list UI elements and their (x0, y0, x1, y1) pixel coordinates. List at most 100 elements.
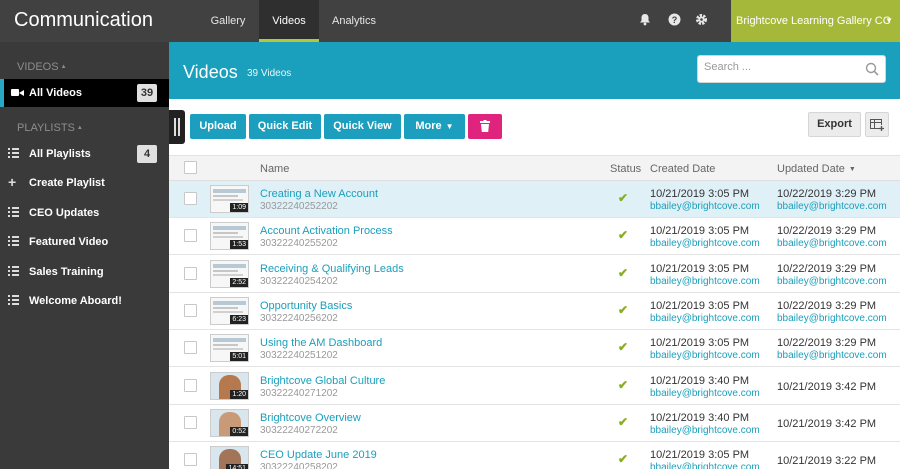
table-row[interactable]: 6:23 Opportunity Basics 30322240256202 ✔ 10/… (169, 292, 900, 330)
video-id: 30322240254202 (260, 275, 338, 287)
video-thumbnail[interactable]: 1:20 (210, 371, 249, 400)
table-row[interactable]: 1:20 Brightcove Global Culture 30322240271… (169, 367, 900, 405)
page-header: Videos 39 Videos (169, 42, 900, 99)
sidebar-item-all-playlists[interactable]: All Playlists 4 (0, 140, 169, 168)
table-row[interactable]: 5:01 Using the AM Dashboard 30322240251202… (169, 330, 900, 368)
table-row[interactable]: 1:53 Account Activation Process 3032224025… (169, 218, 900, 256)
bell-icon[interactable] (638, 13, 652, 27)
row-checkbox[interactable] (184, 192, 197, 205)
column-status[interactable]: Status (610, 163, 641, 175)
updated-date: 10/22/2019 3:29 PM (777, 299, 877, 312)
video-name-link[interactable]: CEO Update June 2019 (260, 449, 377, 461)
sidebar-item-label: All Playlists (29, 148, 91, 160)
quick-edit-button[interactable]: Quick Edit (249, 114, 321, 139)
more-button[interactable]: More ▼ (404, 114, 465, 139)
gear-icon[interactable] (694, 13, 708, 27)
select-all-checkbox[interactable] (184, 161, 197, 174)
video-name-link[interactable]: Brightcove Global Culture (260, 375, 385, 387)
quick-view-button[interactable]: Quick View (324, 114, 401, 139)
sidebar-item-all-videos[interactable]: All Videos 39 (0, 79, 169, 107)
updated-by-link[interactable]: bbailey@brightcove.com (777, 313, 887, 324)
created-by-link[interactable]: bbailey@brightcove.com (650, 201, 760, 212)
column-name[interactable]: Name (260, 163, 289, 175)
row-checkbox[interactable] (184, 303, 197, 317)
sidebar-item-create-playlist[interactable]: + Create Playlist (0, 169, 169, 197)
status-active-check-icon: ✔ (618, 452, 629, 467)
updated-date: 10/21/2019 3:42 PM (777, 380, 877, 393)
created-date: 10/21/2019 3:05 PM (650, 449, 750, 462)
sidebar-item-label: Create Playlist (29, 177, 105, 189)
updated-date: 10/21/2019 3:42 PM (777, 417, 877, 430)
created-by-link[interactable]: bbailey@brightcove.com (650, 425, 760, 436)
app-title: Communication (14, 9, 153, 31)
updated-by-link[interactable]: bbailey@brightcove.com (777, 201, 887, 212)
column-created-date[interactable]: Created Date (650, 163, 715, 175)
row-checkbox[interactable] (184, 415, 197, 429)
sidebar-item-welcome-aboard[interactable]: Welcome Aboard! (0, 287, 169, 315)
created-by-link[interactable]: bbailey@brightcove.com (650, 313, 760, 324)
column-updated-date[interactable]: Updated Date ▼ (777, 163, 856, 175)
video-thumbnail[interactable]: 6:23 (210, 296, 249, 325)
sidebar-item-label: All Videos (29, 87, 82, 99)
export-button[interactable]: Export (808, 112, 861, 137)
sidebar-item-label: Welcome Aboard! (29, 295, 122, 307)
video-name-link[interactable]: Opportunity Basics (260, 300, 352, 312)
upload-button[interactable]: Upload (190, 114, 246, 139)
status-active-check-icon: ✔ (618, 265, 629, 280)
video-id: 30322240258202 (260, 462, 338, 469)
table-row[interactable]: 1:09 Creating a New Account 30322240252202… (169, 181, 900, 218)
video-name-link[interactable]: Creating a New Account (260, 188, 378, 200)
table-row[interactable]: 2:52 Receiving & Qualifying Leads 30322240… (169, 255, 900, 293)
video-thumbnail[interactable]: 2:52 (210, 259, 249, 288)
updated-by-link[interactable]: bbailey@brightcove.com (777, 276, 887, 287)
sidebar-item-featured-video[interactable]: Featured Video (0, 228, 169, 256)
status-active-check-icon: ✔ (618, 414, 629, 429)
status-active-check-icon: ✔ (618, 302, 629, 317)
created-by-link[interactable]: bbailey@brightcove.com (650, 462, 760, 469)
list-icon (8, 266, 19, 277)
search-input[interactable] (704, 61, 854, 73)
video-name-link[interactable]: Receiving & Qualifying Leads (260, 263, 404, 275)
delete-button[interactable] (468, 114, 502, 139)
search-icon[interactable] (865, 62, 879, 76)
created-by-link[interactable]: bbailey@brightcove.com (650, 276, 760, 287)
account-menu[interactable]: Brightcove Learning Gallery CC ▼ (731, 0, 900, 42)
video-thumbnail[interactable]: 0:52 (210, 408, 249, 437)
search-box[interactable] (697, 55, 886, 83)
sidebar-item-ceo-updates[interactable]: CEO Updates (0, 199, 169, 227)
row-checkbox[interactable] (184, 378, 197, 392)
sidebar-item-sales-training[interactable]: Sales Training (0, 258, 169, 286)
video-thumbnail[interactable]: 1:09 (210, 185, 249, 213)
svg-text:?: ? (671, 15, 677, 25)
row-checkbox[interactable] (184, 341, 197, 355)
table-row[interactable]: 0:52 Brightcove Overview 30322240272202 ✔ 10… (169, 404, 900, 442)
list-icon (8, 236, 19, 247)
video-thumbnail[interactable]: 14:51 (210, 446, 249, 469)
updated-by-link[interactable]: bbailey@brightcove.com (777, 350, 887, 361)
row-checkbox[interactable] (184, 229, 197, 243)
updated-by-link[interactable]: bbailey@brightcove.com (777, 238, 887, 249)
tab-videos[interactable]: Videos (259, 0, 319, 42)
table-row[interactable]: 14:51 CEO Update June 2019 30322240258202 ✔… (169, 442, 900, 469)
playlists-section-heading[interactable]: PLAYLISTS ▲ (17, 122, 83, 134)
created-by-link[interactable]: bbailey@brightcove.com (650, 350, 760, 361)
created-date: 10/21/2019 3:05 PM (650, 188, 750, 200)
row-checkbox[interactable] (184, 453, 197, 467)
tab-analytics[interactable]: Analytics (321, 0, 387, 42)
videos-section-heading[interactable]: VIDEOS ▲ (17, 61, 67, 73)
updated-date: 10/22/2019 3:29 PM (777, 225, 877, 238)
video-name-link[interactable]: Using the AM Dashboard (260, 337, 382, 349)
created-by-link[interactable]: bbailey@brightcove.com (650, 388, 760, 399)
column-settings-button[interactable] (865, 112, 889, 137)
video-name-link[interactable]: Brightcove Overview (260, 412, 361, 424)
video-name-link[interactable]: Account Activation Process (260, 225, 393, 237)
created-date: 10/21/2019 3:40 PM (650, 374, 750, 387)
video-thumbnail[interactable]: 5:01 (210, 334, 249, 363)
row-checkbox[interactable] (184, 266, 197, 280)
sidebar-collapse-handle[interactable] (169, 110, 185, 144)
help-icon[interactable]: ? (667, 13, 681, 27)
tab-gallery[interactable]: Gallery (198, 0, 258, 42)
created-by-link[interactable]: bbailey@brightcove.com (650, 238, 760, 249)
video-thumbnail[interactable]: 1:53 (210, 222, 249, 251)
sort-desc-icon: ▼ (848, 166, 856, 173)
